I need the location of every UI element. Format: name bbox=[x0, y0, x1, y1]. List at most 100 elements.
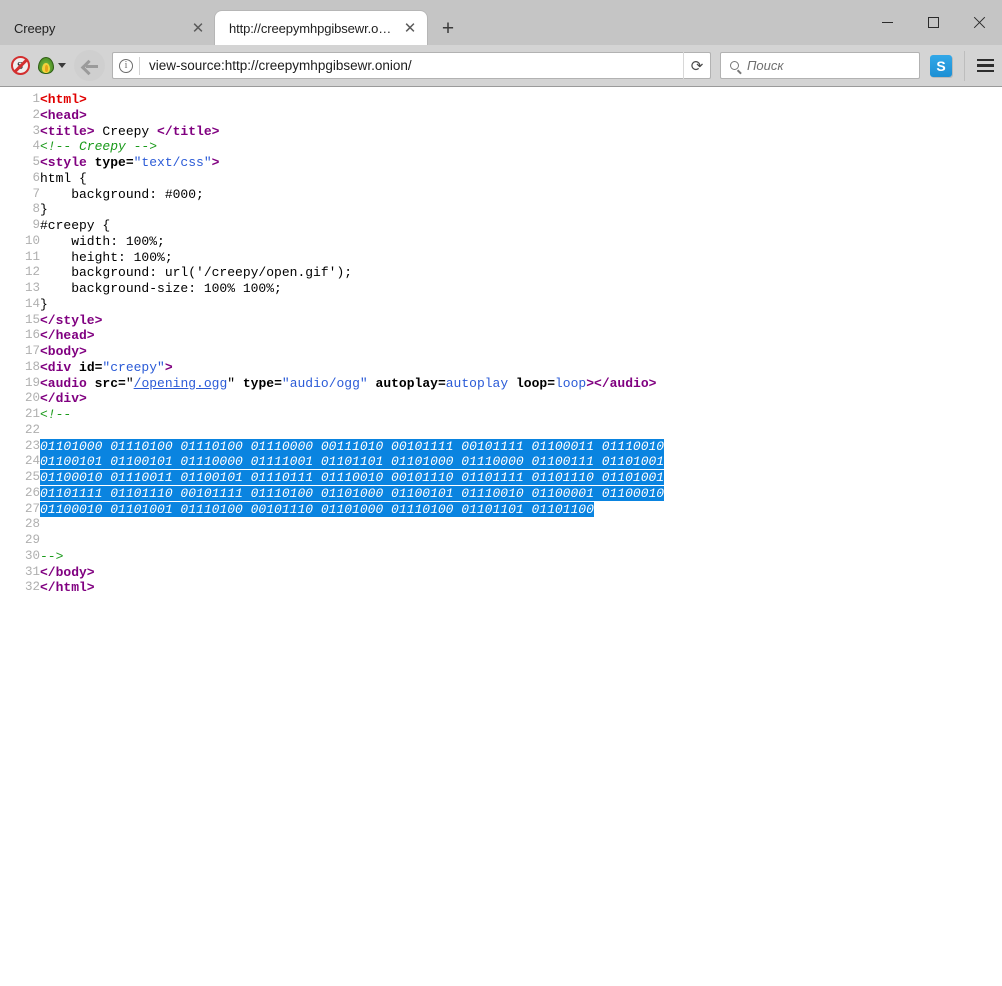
line-content[interactable]: } bbox=[40, 202, 664, 218]
line-content[interactable]: 01100010 01110011 01100101 01110111 0111… bbox=[40, 470, 664, 486]
line-content[interactable]: </html> bbox=[40, 580, 664, 596]
source-line: 10 width: 100%; bbox=[0, 234, 664, 250]
source-line: 18<div id="creepy"> bbox=[0, 360, 664, 376]
line-number: 14 bbox=[0, 297, 40, 313]
close-icon[interactable]: ✕ bbox=[399, 17, 421, 39]
line-number: 13 bbox=[0, 281, 40, 297]
line-content[interactable]: </head> bbox=[40, 328, 664, 344]
maximize-button[interactable] bbox=[910, 8, 956, 38]
chevron-down-icon[interactable] bbox=[58, 63, 66, 68]
code-token-tag: </div> bbox=[40, 391, 87, 406]
line-content[interactable]: html { bbox=[40, 171, 664, 187]
line-number: 12 bbox=[0, 265, 40, 281]
code-token-tag: > bbox=[212, 155, 220, 170]
line-content[interactable]: 01100101 01100101 01110000 01111001 0110… bbox=[40, 454, 664, 470]
source-line: 6html { bbox=[0, 171, 664, 187]
line-number: 15 bbox=[0, 313, 40, 329]
code-token-tag: <style bbox=[40, 155, 95, 170]
line-content[interactable]: background: #000; bbox=[40, 187, 664, 203]
new-tab-button[interactable]: + bbox=[431, 11, 465, 45]
code-token-attr: type= bbox=[95, 155, 134, 170]
line-content[interactable]: background-size: 100% 100%; bbox=[40, 281, 664, 297]
code-token-plain: #creepy { bbox=[40, 218, 110, 233]
line-content[interactable]: } bbox=[40, 297, 664, 313]
search-bar[interactable]: Поиск bbox=[720, 52, 920, 79]
line-number: 32 bbox=[0, 580, 40, 596]
tab-title: Creepy bbox=[14, 21, 183, 36]
line-content[interactable]: <html> bbox=[40, 92, 664, 108]
line-content[interactable]: <title> Creepy </title> bbox=[40, 124, 664, 140]
code-token-sel: 01101000 01110100 01110100 01110000 0011… bbox=[40, 439, 664, 454]
code-token-tag: <audio bbox=[40, 376, 95, 391]
close-window-button[interactable] bbox=[956, 8, 1002, 38]
line-number: 2 bbox=[0, 108, 40, 124]
line-number: 6 bbox=[0, 171, 40, 187]
source-line: 2401100101 01100101 01110000 01111001 01… bbox=[0, 454, 664, 470]
search-input[interactable]: Поиск bbox=[747, 58, 784, 73]
noscript-button[interactable]: S bbox=[6, 52, 34, 80]
code-token-plain: background-size: 100% 100%; bbox=[40, 281, 282, 296]
source-line: 5<style type="text/css"> bbox=[0, 155, 664, 171]
info-icon: i bbox=[119, 59, 133, 73]
back-button[interactable] bbox=[74, 50, 105, 81]
noscript-icon: S bbox=[11, 56, 30, 75]
line-content[interactable]: <div id="creepy"> bbox=[40, 360, 664, 376]
url-input[interactable]: view-source:http://creepymhpgibsewr.onio… bbox=[140, 58, 683, 73]
line-number: 5 bbox=[0, 155, 40, 171]
url-bar[interactable]: i view-source:http://creepymhpgibsewr.on… bbox=[112, 52, 711, 79]
line-content[interactable]: </div> bbox=[40, 391, 664, 407]
source-line: 19<audio src="/opening.ogg" type="audio/… bbox=[0, 376, 664, 392]
code-token-attr: src= bbox=[95, 376, 126, 391]
navigation-toolbar: S i view-source:http://creepymhpgibsewr.… bbox=[0, 45, 1002, 87]
source-line: 14} bbox=[0, 297, 664, 313]
tab-creepy[interactable]: Creepy ✕ bbox=[0, 11, 215, 45]
source-line: 17<body> bbox=[0, 344, 664, 360]
code-token-tag: <head> bbox=[40, 108, 87, 123]
site-info-button[interactable]: i bbox=[113, 53, 139, 79]
line-content[interactable]: <!-- Creepy --> bbox=[40, 139, 664, 155]
source-view[interactable]: 1<html>2<head>3<title> Creepy </title>4<… bbox=[0, 87, 1002, 986]
tab-view-source[interactable]: http://creepymhpgibsewr.oni... ✕ bbox=[215, 11, 427, 45]
line-content[interactable]: 01101000 01110100 01110100 01110000 0011… bbox=[40, 439, 664, 455]
source-line: 13 background-size: 100% 100%; bbox=[0, 281, 664, 297]
source-line: 2501100010 01110011 01100101 01110111 01… bbox=[0, 470, 664, 486]
line-number: 17 bbox=[0, 344, 40, 360]
code-token-tag: <body> bbox=[40, 344, 87, 359]
line-content[interactable]: background: url('/creepy/open.gif'); bbox=[40, 265, 664, 281]
line-content[interactable]: <body> bbox=[40, 344, 664, 360]
code-token-val-link[interactable]: /opening.ogg bbox=[134, 376, 228, 391]
line-content[interactable]: 01100010 01101001 01110100 00101110 0110… bbox=[40, 502, 664, 518]
skype-icon[interactable]: S bbox=[930, 55, 952, 77]
torbutton[interactable] bbox=[36, 56, 66, 75]
line-number: 21 bbox=[0, 407, 40, 423]
line-number: 24 bbox=[0, 454, 40, 470]
line-content[interactable]: </style> bbox=[40, 313, 664, 329]
code-token-comment: <!-- Creepy --> bbox=[40, 139, 157, 154]
code-token-comment: --> bbox=[40, 549, 63, 564]
code-token-sel: 01100010 01110011 01100101 01110111 0111… bbox=[40, 470, 664, 485]
code-token-tag: </style> bbox=[40, 313, 102, 328]
line-content[interactable]: 01101111 01101110 00101111 01110100 0110… bbox=[40, 486, 664, 502]
line-content[interactable]: #creepy { bbox=[40, 218, 664, 234]
line-content[interactable]: <style type="text/css"> bbox=[40, 155, 664, 171]
line-content[interactable]: </body> bbox=[40, 565, 664, 581]
line-content[interactable]: width: 100%; bbox=[40, 234, 664, 250]
line-content[interactable]: height: 100%; bbox=[40, 250, 664, 266]
line-content[interactable] bbox=[40, 423, 664, 439]
line-content[interactable]: <audio src="/opening.ogg" type="audio/og… bbox=[40, 376, 664, 392]
source-line: 2301101000 01110100 01110100 01110000 00… bbox=[0, 439, 664, 455]
line-number: 20 bbox=[0, 391, 40, 407]
line-content[interactable] bbox=[40, 533, 664, 549]
hamburger-menu-icon[interactable] bbox=[964, 51, 996, 81]
line-content[interactable]: --> bbox=[40, 549, 664, 565]
line-number: 16 bbox=[0, 328, 40, 344]
minimize-button[interactable] bbox=[864, 8, 910, 38]
line-content[interactable]: <!-- bbox=[40, 407, 664, 423]
reload-icon[interactable]: ⟳ bbox=[683, 52, 710, 79]
line-content[interactable] bbox=[40, 517, 664, 533]
line-number: 27 bbox=[0, 502, 40, 518]
code-token-val: loop bbox=[555, 376, 586, 391]
line-content[interactable]: <head> bbox=[40, 108, 664, 124]
source-line: 15</style> bbox=[0, 313, 664, 329]
close-icon[interactable]: ✕ bbox=[187, 17, 209, 39]
